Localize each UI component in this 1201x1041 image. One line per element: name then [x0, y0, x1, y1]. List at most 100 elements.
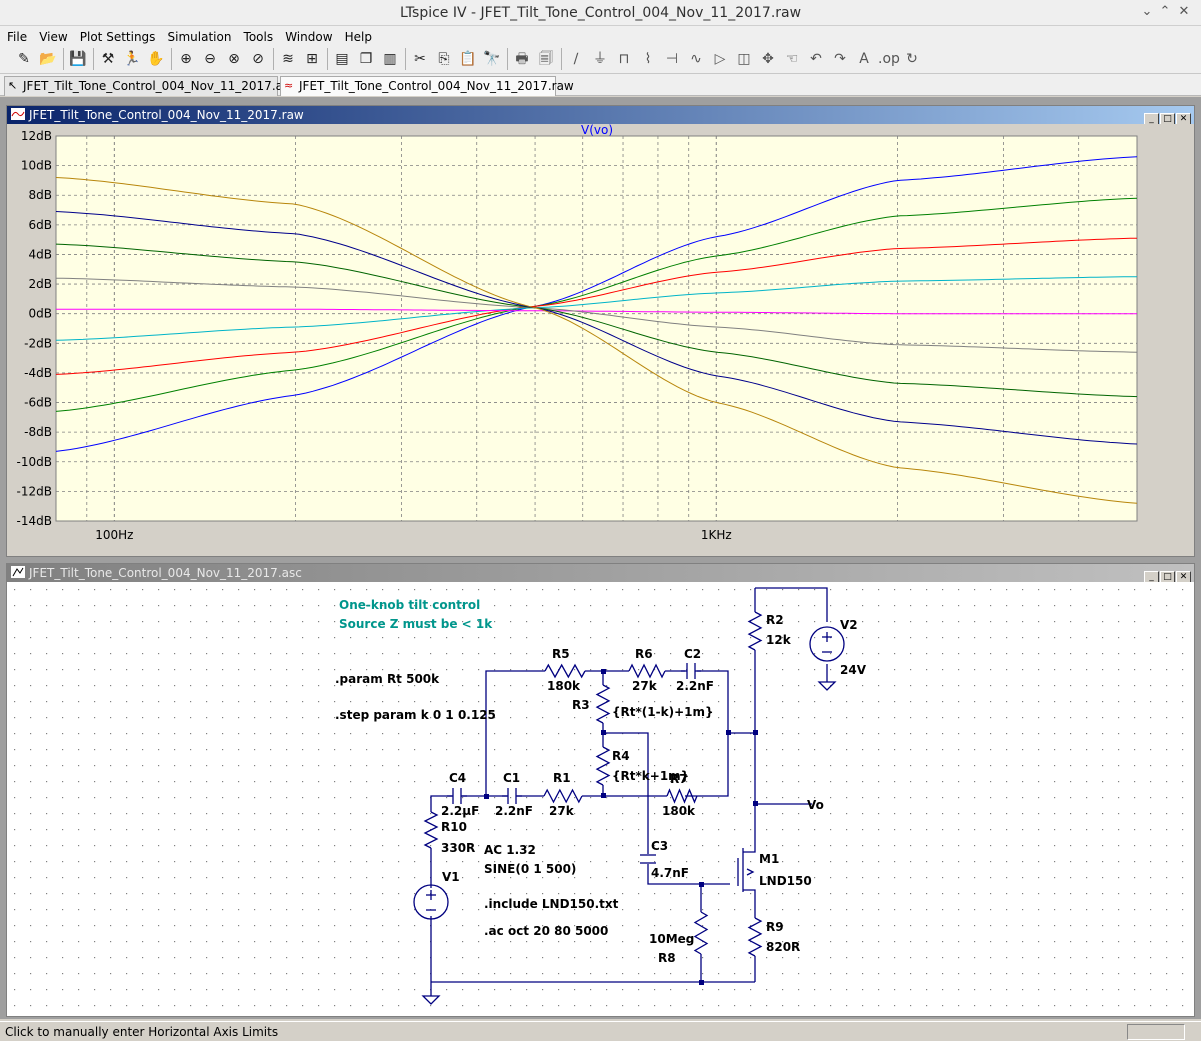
component-value[interactable]: 180k — [547, 679, 581, 693]
component-value[interactable]: 10Meg — [649, 932, 694, 946]
close-icon[interactable]: ✕ — [1175, 4, 1193, 19]
component-value[interactable]: 27k — [632, 679, 658, 693]
schematic-window-title: JFET_Tilt_Tone_Control_004_Nov_11_2017.a… — [29, 566, 302, 580]
component-icon[interactable]: ◫ — [734, 49, 754, 69]
source-value[interactable]: SINE(0 1 500) — [484, 862, 576, 876]
component-ref[interactable]: R10 — [441, 820, 467, 834]
cascade-icon[interactable]: ❐ — [356, 49, 376, 69]
open-icon[interactable]: 📂 — [38, 49, 58, 69]
component-ref[interactable]: C3 — [651, 839, 668, 853]
copy-icon[interactable]: ⎘ — [434, 49, 454, 69]
menu-file[interactable]: File — [7, 30, 27, 44]
spice-directive[interactable]: .ac oct 20 80 5000 — [484, 924, 608, 938]
zoom-cancel-icon[interactable]: ⊘ — [248, 49, 268, 69]
diode-icon[interactable]: ▷ — [710, 49, 730, 69]
component-value[interactable]: LND150 — [759, 874, 812, 888]
inductor-icon[interactable]: ∿ — [686, 49, 706, 69]
component-value[interactable]: 180k — [662, 804, 696, 818]
component-value[interactable]: 330R — [441, 841, 475, 855]
move-icon[interactable]: ✥ — [758, 49, 778, 69]
zoom-fit-icon[interactable]: ⊗ — [224, 49, 244, 69]
plot-axes-icon[interactable]: ⊞ — [302, 49, 322, 69]
component-ref[interactable]: R8 — [658, 951, 676, 965]
wire-icon[interactable]: ∕ — [566, 49, 586, 69]
maximize-icon[interactable]: ⌃ — [1156, 4, 1174, 19]
component-ref[interactable]: R5 — [552, 647, 570, 661]
title-bar[interactable]: LTspice IV - JFET_Tilt_Tone_Control_004_… — [0, 0, 1201, 26]
cut-icon[interactable]: ✂ — [410, 49, 430, 69]
minimize-icon[interactable]: ⌄ — [1138, 4, 1156, 19]
new-schematic-icon[interactable]: ✎ — [14, 49, 34, 69]
component-ref[interactable]: C1 — [503, 771, 520, 785]
y-tick-label: 0dB — [29, 307, 52, 321]
tab-schematic[interactable]: ↖ JFET_Tilt_Tone_Control_004_Nov_11_2017… — [4, 76, 296, 96]
component-ref[interactable]: C4 — [449, 771, 466, 785]
comment-text[interactable]: Source Z must be < 1k — [339, 617, 493, 631]
component-ref[interactable]: V2 — [840, 618, 858, 632]
component-value[interactable]: 2.2nF — [676, 679, 714, 693]
menu-view[interactable]: View — [39, 30, 67, 44]
paste-icon[interactable]: 📋 — [458, 49, 478, 69]
run-icon[interactable]: 🏃 — [122, 49, 142, 69]
component-ref[interactable]: R7 — [670, 772, 688, 786]
y-tick-label: 4dB — [29, 247, 52, 261]
component-value[interactable]: 2.2nF — [495, 804, 533, 818]
spice-directive[interactable]: .include LND150.txt — [484, 897, 619, 911]
spice-directive[interactable]: .step param k 0 1 0.125 — [335, 708, 496, 722]
component-ref[interactable]: R1 — [553, 771, 571, 785]
component-ref[interactable]: R2 — [766, 613, 784, 627]
component-ref[interactable]: C2 — [684, 647, 701, 661]
comment-text[interactable]: One-knob tilt control — [339, 598, 480, 612]
zoom-out-icon[interactable]: ⊖ — [200, 49, 220, 69]
toolbar: ✎ 📂 💾 ⚒ 🏃 ✋ ⊕ ⊖ ⊗ ⊘ ≋ ⊞ ▤ ❐ ▥ ✂ ⎘ 📋 🔭 🖶 🗐 ∕ ⏚ ⊓ ⌇ ⊣ ∿ ▷ ◫ ✥ ☜ ↶ ↷ A .op ↻ — [0, 44, 1201, 74]
component-ref[interactable]: R6 — [635, 647, 653, 661]
component-ref[interactable]: M1 — [759, 852, 779, 866]
component-value[interactable]: 27k — [549, 804, 575, 818]
component-value[interactable]: 4.7nF — [651, 866, 689, 880]
save-icon[interactable]: 💾 — [68, 49, 88, 69]
spice-directive[interactable]: .param Rt 500k — [335, 672, 440, 686]
control-panel-icon[interactable]: ⚒ — [98, 49, 118, 69]
source-value[interactable]: AC 1.32 — [484, 843, 536, 857]
component-value[interactable]: 2.2µF — [441, 804, 479, 818]
spice-directive-icon[interactable]: .op — [878, 49, 900, 69]
drag-icon[interactable]: ☜ — [782, 49, 802, 69]
schematic-window-titlebar[interactable]: JFET_Tilt_Tone_Control_004_Nov_11_2017.a… — [7, 564, 1194, 584]
component-ref[interactable]: R4 — [612, 749, 630, 763]
label-icon[interactable]: ⊓ — [614, 49, 634, 69]
find-icon[interactable]: 🔭 — [482, 49, 502, 69]
tile-vertical-icon[interactable]: ▥ — [380, 49, 400, 69]
component-value[interactable]: 820R — [766, 940, 800, 954]
menu-help[interactable]: Help — [345, 30, 372, 44]
redo-icon[interactable]: ↷ — [830, 49, 850, 69]
plot-window-titlebar[interactable]: JFET_Tilt_Tone_Control_004_Nov_11_2017.r… — [7, 106, 1194, 126]
print-preview-icon[interactable]: 🗐 — [536, 49, 556, 69]
component-ref[interactable]: R9 — [766, 920, 784, 934]
schematic-canvas[interactable]: One-knob tilt control Source Z must be <… — [7, 582, 1194, 1016]
undo-icon[interactable]: ↶ — [806, 49, 826, 69]
rotate-icon[interactable]: ↻ — [902, 49, 922, 69]
tile-horizontal-icon[interactable]: ▤ — [332, 49, 352, 69]
ground-icon[interactable]: ⏚ — [590, 49, 610, 69]
status-bar: Click to manually enter Horizontal Axis … — [0, 1021, 1201, 1041]
menu-plot-settings[interactable]: Plot Settings — [80, 30, 156, 44]
component-value[interactable]: 24V — [840, 663, 867, 677]
trace-label[interactable]: V(vo) — [581, 124, 613, 137]
capacitor-icon[interactable]: ⊣ — [662, 49, 682, 69]
zoom-in-icon[interactable]: ⊕ — [176, 49, 196, 69]
waveform-plot[interactable]: 12dB 10dB 8dB 6dB 4dB 2dB 0dB -2dB -4dB -6dB -8dB -… — [7, 124, 1194, 556]
component-value[interactable]: 12k — [766, 633, 792, 647]
menu-tools[interactable]: Tools — [244, 30, 274, 44]
component-ref[interactable]: V1 — [442, 870, 460, 884]
resistor-icon[interactable]: ⌇ — [638, 49, 658, 69]
menu-window[interactable]: Window — [285, 30, 332, 44]
net-label[interactable]: Vo — [807, 798, 824, 812]
print-icon[interactable]: 🖶 — [512, 49, 532, 69]
halt-icon[interactable]: ✋ — [146, 49, 166, 69]
component-value[interactable]: {Rt*(1-k)+1m} — [612, 705, 714, 719]
autorange-icon[interactable]: ≋ — [278, 49, 298, 69]
text-icon[interactable]: A — [854, 49, 874, 69]
menu-simulation[interactable]: Simulation — [168, 30, 232, 44]
tab-waveform[interactable]: ≈ JFET_Tilt_Tone_Control_004_Nov_11_2017… — [280, 76, 574, 96]
component-ref[interactable]: R3 — [572, 698, 590, 712]
